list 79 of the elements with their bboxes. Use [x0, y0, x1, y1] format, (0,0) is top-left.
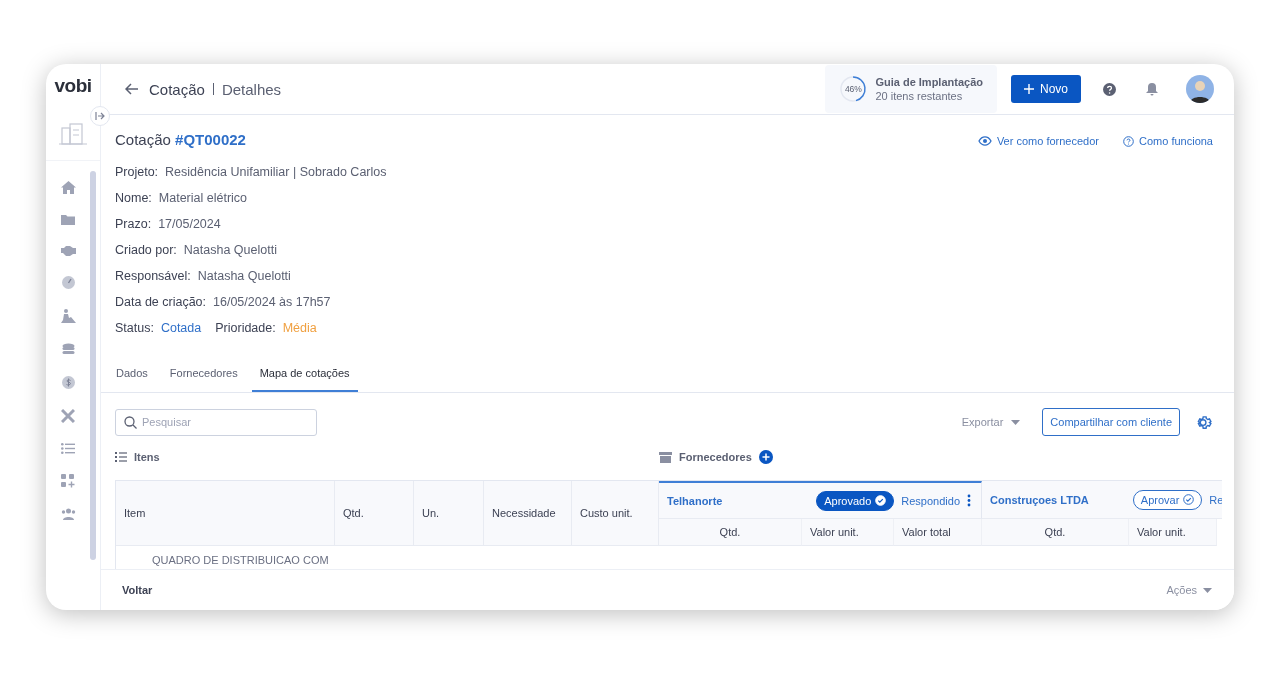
- field-label: Projeto:: [115, 165, 159, 179]
- coins-icon[interactable]: [61, 343, 75, 356]
- dollar-icon[interactable]: [61, 376, 75, 389]
- add-supplier-button[interactable]: [758, 450, 773, 464]
- item-description: QUADRO DE DISTRIBUICAO COM: [152, 554, 329, 566]
- how-it-works-link[interactable]: Como funciona: [1123, 135, 1213, 147]
- gauge-icon[interactable]: [61, 276, 75, 289]
- column-header: Qtd.: [982, 519, 1129, 546]
- response-status: Respondido: [901, 494, 960, 507]
- expand-sidebar-button[interactable]: [90, 106, 110, 126]
- status-value: Cotada: [160, 321, 202, 335]
- field-value: Natasha Quelotti: [197, 269, 291, 283]
- field-value: 16/05/2024 às 17h57: [213, 295, 331, 309]
- field-value: 17/05/2024: [158, 217, 221, 231]
- list-icon[interactable]: [61, 443, 75, 454]
- progress-percent: 46%: [843, 83, 863, 96]
- add-widget-icon[interactable]: [61, 474, 75, 488]
- check-circle-icon: [875, 495, 887, 506]
- field-label: Criado por:: [115, 243, 177, 257]
- column-header: Qtd.: [659, 519, 802, 546]
- vobi-logo[interactable]: vobi: [54, 64, 92, 108]
- supplier-name[interactable]: Construçoes LTDA: [990, 493, 1089, 506]
- settings-icon[interactable]: [1196, 413, 1213, 431]
- actions-dropdown[interactable]: Ações: [1160, 583, 1218, 597]
- supplier-name[interactable]: Telhanorte: [667, 494, 723, 507]
- column-header: Qtd.: [335, 481, 414, 546]
- approval-button[interactable]: Aprovado: [816, 490, 895, 511]
- field-label: Prazo:: [115, 217, 152, 231]
- priority-value: Média: [282, 321, 317, 335]
- caret-down-icon: [1203, 587, 1212, 593]
- search-field[interactable]: Pesquisar: [115, 408, 317, 436]
- tab[interactable]: Dados: [108, 355, 156, 392]
- arrow-icon[interactable]: [95, 112, 105, 120]
- notification-bell-icon[interactable]: [1146, 82, 1158, 96]
- column-header: Item: [116, 481, 335, 546]
- status-label: Status:: [115, 321, 154, 335]
- field-value: Residência Unifamiliar | Sobrado Carlos: [165, 165, 387, 179]
- column-header: Valor total: [894, 519, 982, 546]
- field-label: Responsável:: [115, 269, 191, 283]
- view-as-supplier-link[interactable]: Ver como fornecedor: [977, 135, 1099, 147]
- quote-title: Cotação #QT00022: [115, 130, 247, 150]
- tab[interactable]: Mapa de cotações: [251, 355, 358, 392]
- suppliers-label: Fornecedores: [679, 451, 752, 463]
- approval-button[interactable]: Aprovar: [1132, 489, 1203, 510]
- export-dropdown[interactable]: Exportar: [955, 415, 1027, 429]
- field-value: Natasha Quelotti: [183, 243, 277, 257]
- user-avatar[interactable]: [1186, 75, 1214, 103]
- column-header: Necessidade: [484, 481, 572, 546]
- column-header: Valor unit.: [1129, 519, 1217, 546]
- back-button[interactable]: Voltar: [122, 584, 153, 596]
- more-options-icon[interactable]: [967, 494, 971, 507]
- priority-label: Prioridade:: [215, 321, 276, 335]
- eye-icon: [977, 136, 992, 146]
- home-icon[interactable]: [60, 181, 76, 194]
- column-header: Un.: [414, 481, 484, 546]
- guide-subtitle: 20 itens restantes: [875, 90, 964, 102]
- store-icon: [659, 451, 672, 463]
- check-circle-icon: [1183, 494, 1195, 505]
- new-button[interactable]: Novo: [1011, 75, 1081, 103]
- caret-down-icon: [1011, 419, 1021, 425]
- column-header: Valor unit.: [802, 519, 894, 546]
- share-with-client-button[interactable]: Compartilhar com cliente: [1042, 408, 1180, 436]
- help-icon[interactable]: [1103, 82, 1116, 96]
- tab[interactable]: Fornecedores: [161, 355, 246, 392]
- list-icon: [115, 452, 127, 462]
- field-label: Nome:: [115, 191, 152, 205]
- help-icon: [1123, 135, 1134, 147]
- column-header: Custo unit.: [572, 481, 659, 546]
- folder-icon[interactable]: [60, 214, 76, 226]
- field-label: Data de criação:: [115, 295, 207, 309]
- back-arrow-icon[interactable]: [125, 83, 139, 95]
- page-title: Detalhes: [221, 80, 282, 98]
- field-value: Material elétrico: [158, 191, 248, 205]
- guide-card[interactable]: 46% Guia de Implantação 20 itens restantes: [825, 65, 997, 113]
- items-label: Itens: [134, 451, 160, 463]
- breadcrumb-link[interactable]: Cotação: [149, 80, 205, 98]
- plus-icon: [1024, 84, 1034, 94]
- guide-title: Guia de Implantação: [875, 76, 983, 88]
- team-icon[interactable]: [60, 508, 76, 520]
